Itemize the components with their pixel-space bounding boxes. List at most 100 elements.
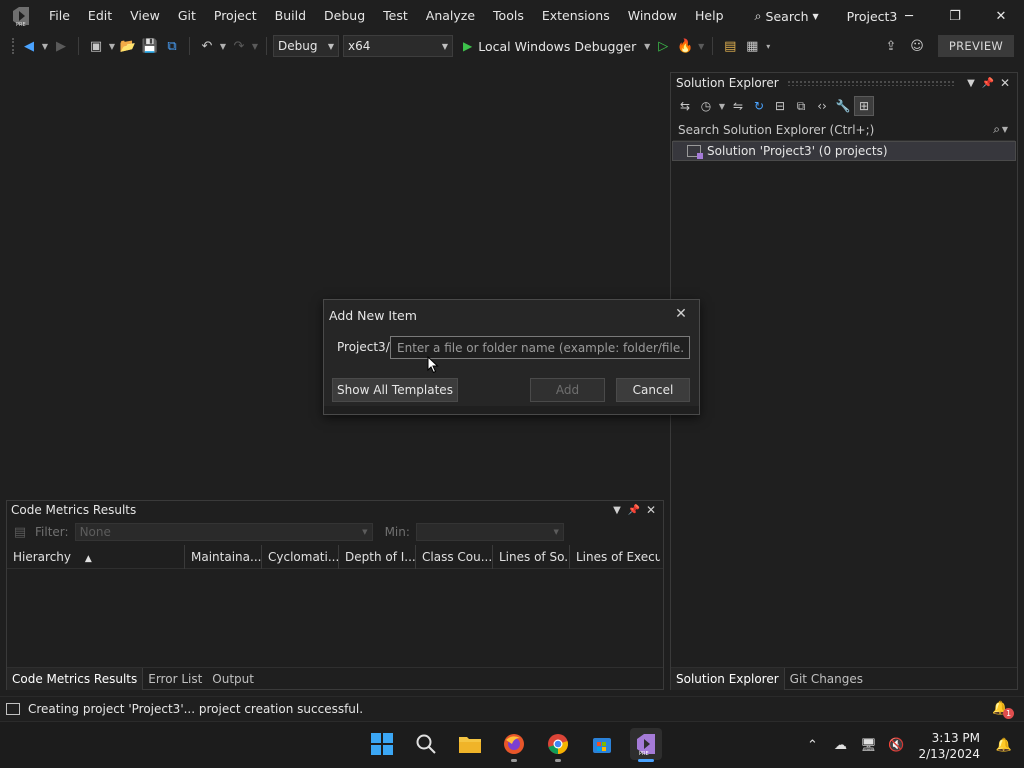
- toolbar-options-icon[interactable]: ▾: [763, 42, 773, 51]
- preview-button[interactable]: PREVIEW: [938, 35, 1014, 57]
- window-position-dropdown-icon[interactable]: ▼: [963, 75, 979, 91]
- tab-solution-explorer[interactable]: Solution Explorer: [671, 667, 785, 690]
- menu-analyze[interactable]: Analyze: [417, 0, 484, 32]
- minimize-button[interactable]: ─: [886, 0, 932, 32]
- file-explorer-icon[interactable]: [454, 728, 486, 760]
- solution-root-item[interactable]: Solution 'Project3' (0 projects): [672, 141, 1016, 161]
- menu-build[interactable]: Build: [266, 0, 315, 32]
- restore-button[interactable]: ❐: [932, 0, 978, 32]
- clock[interactable]: 3:13 PM 2/13/2024: [918, 730, 980, 762]
- show-all-templates-button[interactable]: Show All Templates: [332, 378, 458, 402]
- menu-edit[interactable]: Edit: [79, 0, 121, 32]
- filter-label: Filter:: [35, 525, 69, 539]
- tab-git-changes[interactable]: Git Changes: [785, 668, 868, 690]
- notification-center-icon[interactable]: 🔔: [992, 734, 1016, 758]
- search-icon[interactable]: ⌕: [993, 122, 1000, 137]
- column-depth-of-inheritance[interactable]: Depth of I...: [339, 544, 416, 569]
- menu-git[interactable]: Git: [169, 0, 205, 32]
- tab-output[interactable]: Output: [207, 668, 259, 690]
- save-all-icon[interactable]: ⧉: [161, 35, 183, 57]
- column-hierarchy[interactable]: Hierarchy ▲: [7, 544, 185, 569]
- column-class-coupling[interactable]: Class Cou...: [416, 544, 493, 569]
- chevron-down-icon[interactable]: ▼: [717, 102, 727, 111]
- folder-view-icon[interactable]: ▤: [719, 35, 741, 57]
- filter-dropdown[interactable]: None ▼: [74, 523, 373, 541]
- volume-muted-icon[interactable]: 🔇: [884, 734, 908, 758]
- navigate-forward-icon[interactable]: ▶: [50, 35, 72, 57]
- column-cyclomatic[interactable]: Cyclomati...: [262, 544, 339, 569]
- column-lines-of-executable[interactable]: Lines of Execu...: [570, 545, 660, 569]
- feedback-icon[interactable]: ☺: [906, 35, 928, 57]
- menu-file[interactable]: File: [40, 0, 79, 32]
- close-icon[interactable]: ✕: [673, 306, 689, 322]
- chevron-down-icon[interactable]: ▼: [107, 42, 117, 51]
- properties-wrench-icon[interactable]: 🔧: [833, 96, 853, 116]
- network-icon[interactable]: 🖥: [856, 734, 880, 758]
- open-file-icon[interactable]: 📂: [117, 35, 139, 57]
- hot-reload-icon[interactable]: 🔥: [674, 35, 696, 57]
- firefox-icon[interactable]: [498, 728, 530, 762]
- menu-project[interactable]: Project: [205, 0, 266, 32]
- chevron-down-icon[interactable]: ▼: [696, 42, 706, 51]
- undo-icon[interactable]: ↶: [196, 35, 218, 57]
- solution-explorer-title: Solution Explorer: [676, 76, 779, 90]
- refresh-icon[interactable]: ↻: [749, 96, 769, 116]
- pin-icon[interactable]: 📌: [626, 502, 642, 518]
- close-panel-icon[interactable]: ✕: [997, 75, 1013, 91]
- cancel-button[interactable]: Cancel: [616, 378, 690, 402]
- calculate-metrics-icon[interactable]: ▤: [11, 521, 29, 543]
- column-maintainability[interactable]: Maintaina...: [185, 544, 262, 569]
- menu-extensions[interactable]: Extensions: [533, 0, 619, 32]
- solution-configuration-dropdown[interactable]: Debug ▼: [273, 35, 339, 57]
- new-project-icon[interactable]: ▣: [85, 35, 107, 57]
- window-position-dropdown-icon[interactable]: ▼: [609, 502, 625, 518]
- collapse-all-icon[interactable]: ⊟: [770, 96, 790, 116]
- visual-studio-preview-icon[interactable]: PRE: [630, 728, 662, 762]
- sync-with-document-icon[interactable]: ⇋: [728, 96, 748, 116]
- solution-platform-dropdown[interactable]: x64 ▼: [343, 35, 453, 57]
- preview-selected-items-icon[interactable]: ⊞: [854, 96, 874, 116]
- min-dropdown[interactable]: ▼: [415, 523, 564, 541]
- taskbar-search-icon[interactable]: [410, 728, 442, 760]
- save-icon[interactable]: 💾: [139, 35, 161, 57]
- chevron-up-icon[interactable]: ⌃: [800, 734, 824, 758]
- menu-tools[interactable]: Tools: [484, 0, 533, 32]
- chevron-down-icon[interactable]: ▼: [40, 42, 50, 51]
- column-lines-of-source[interactable]: Lines of So...: [493, 544, 570, 569]
- menu-test[interactable]: Test: [374, 0, 417, 32]
- start-debugging-button[interactable]: ▶ Local Windows Debugger ▼: [463, 39, 652, 54]
- search-input[interactable]: Search Solution Explorer (Ctrl+;): [678, 123, 993, 137]
- chevron-down-icon[interactable]: ▼: [1000, 125, 1010, 134]
- close-button[interactable]: ✕: [978, 0, 1024, 32]
- onedrive-icon[interactable]: ☁: [828, 734, 852, 758]
- tab-error-list[interactable]: Error List: [143, 668, 207, 690]
- menu-window[interactable]: Window: [619, 0, 686, 32]
- pin-icon[interactable]: 📌: [980, 75, 996, 91]
- navigate-back-icon[interactable]: ◀: [18, 35, 40, 57]
- windows-start-icon[interactable]: [366, 728, 398, 760]
- visual-studio-logo-icon[interactable]: PRE: [10, 5, 32, 28]
- tab-code-metrics-results[interactable]: Code Metrics Results: [7, 667, 144, 690]
- pending-changes-filter-icon[interactable]: ◷: [696, 96, 716, 116]
- close-panel-icon[interactable]: ✕: [643, 502, 659, 518]
- search-menu[interactable]: ⌕ Search ▼: [745, 8, 829, 24]
- panel-drag-grip[interactable]: [786, 80, 954, 86]
- chevron-down-icon[interactable]: ▼: [642, 42, 652, 51]
- chevron-down-icon[interactable]: ▼: [250, 42, 260, 51]
- menu-debug[interactable]: Debug: [315, 0, 374, 32]
- solution-explorer-search[interactable]: Search Solution Explorer (Ctrl+;) ⌕ ▼: [673, 119, 1015, 141]
- notifications-bell-icon[interactable]: 🔔 1: [992, 701, 1014, 719]
- layout-icon[interactable]: ▦: [741, 35, 763, 57]
- chevron-down-icon[interactable]: ▼: [218, 42, 228, 51]
- menu-view[interactable]: View: [121, 0, 169, 32]
- microsoft-store-icon[interactable]: [586, 728, 618, 760]
- add-button[interactable]: Add: [530, 378, 605, 402]
- view-code-icon[interactable]: ‹›: [812, 96, 832, 116]
- start-without-debugging-icon[interactable]: ▷: [652, 35, 674, 57]
- show-all-files-icon[interactable]: ⧉: [791, 96, 811, 116]
- switch-views-icon[interactable]: ⇆: [675, 96, 695, 116]
- live-share-icon[interactable]: ⇪: [880, 35, 902, 57]
- menu-help[interactable]: Help: [686, 0, 733, 32]
- chrome-icon[interactable]: [542, 728, 574, 762]
- redo-icon[interactable]: ↷: [228, 35, 250, 57]
